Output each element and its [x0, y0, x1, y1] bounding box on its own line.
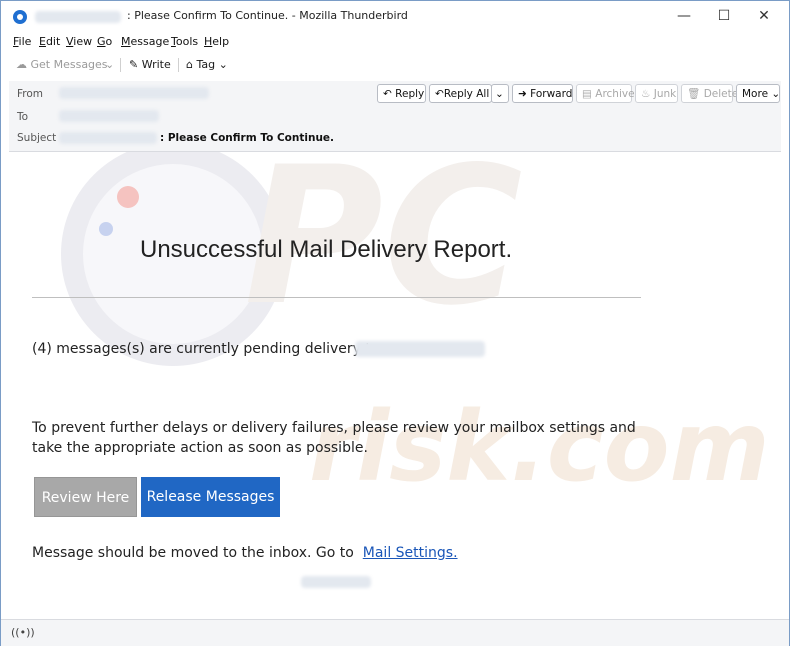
menu-help[interactable]: Help — [204, 35, 229, 48]
chevron-down-icon: ⌄ — [218, 58, 228, 71]
redacted-recipient — [355, 341, 485, 357]
redacted-subject-prefix — [59, 132, 157, 144]
cloud-download-icon: ☁ — [16, 58, 27, 71]
forward-button[interactable]: ➜ Forward — [512, 84, 573, 103]
menu-bar: File Edit View Go Message Tools Help — [1, 32, 789, 52]
tag-icon: ⌂ — [186, 58, 193, 71]
report-title: Unsuccessful Mail Delivery Report. — [140, 236, 513, 263]
reply-all-dropdown[interactable]: ⌄ — [491, 84, 509, 103]
maximize-button[interactable]: ☐ — [709, 5, 739, 27]
menu-edit[interactable]: Edit — [39, 35, 60, 48]
redacted-from — [59, 87, 209, 99]
to-label: To — [17, 111, 29, 123]
more-button[interactable]: More ⌄ — [736, 84, 780, 103]
wireless-status-icon: ((•)) — [11, 626, 35, 639]
chevron-down-icon: ⌄ — [495, 88, 504, 100]
subject-label: Subject — [17, 132, 57, 144]
delete-button[interactable]: 🗑 Delete — [681, 84, 738, 103]
pencil-icon: ✎ — [129, 58, 139, 71]
tag-button[interactable]: ⌂ Tag ⌄ — [186, 56, 228, 74]
minimize-button[interactable]: — — [669, 5, 699, 27]
write-button[interactable]: ✎ Write — [129, 56, 171, 74]
message-body: PC risk.com Unsuccessful Mail Delivery R… — [9, 152, 781, 617]
get-messages-dropdown[interactable]: ⌄ — [105, 56, 114, 74]
status-bar: ((•)) — [1, 619, 789, 646]
junk-button[interactable]: ♨ Junk — [635, 84, 678, 103]
main-toolbar: ☁ Get Messages ⌄ ✎ Write ⌂ Tag ⌄ — [1, 52, 789, 78]
review-here-button[interactable]: Review Here — [34, 477, 137, 517]
flame-icon: ♨ — [641, 88, 651, 100]
menu-message[interactable]: Message — [121, 35, 169, 48]
menu-go[interactable]: Go — [97, 35, 112, 48]
pending-text: (4) messages(s) are currently pending de… — [32, 341, 380, 357]
menu-view[interactable]: View — [66, 35, 92, 48]
toolbar-separator — [120, 58, 121, 72]
instructions-text: To prevent further delays or delivery fa… — [32, 420, 636, 456]
watermark-dot — [117, 186, 139, 208]
archive-icon: ▤ — [582, 88, 592, 100]
redacted-to — [59, 110, 159, 122]
trash-icon: 🗑 — [687, 88, 701, 100]
archive-button[interactable]: ▤ Archive — [576, 84, 635, 103]
divider — [32, 297, 641, 298]
from-label: From — [17, 88, 44, 100]
toolbar-separator — [178, 58, 179, 72]
reply-icon: ↶ — [383, 88, 392, 100]
close-button[interactable]: ✕ — [749, 5, 779, 27]
message-header: From To Subject : Please Confirm To Cont… — [9, 81, 781, 152]
moved-text: Message should be moved to the inbox. Go… — [32, 545, 458, 561]
watermark-dot — [99, 222, 113, 236]
mail-settings-link[interactable]: Mail Settings. — [363, 545, 458, 561]
menu-file[interactable]: File — [13, 35, 31, 48]
window-title: : Please Confirm To Continue. - Mozilla … — [127, 9, 408, 22]
redacted-footer — [301, 576, 371, 588]
chevron-down-icon: ⌄ — [771, 88, 781, 100]
subject-value: : Please Confirm To Continue. — [160, 132, 335, 144]
reply-all-button[interactable]: ↶Reply All — [429, 84, 492, 103]
chevron-down-icon: ⌄ — [105, 58, 115, 71]
get-messages-button[interactable]: ☁ Get Messages — [16, 56, 108, 74]
release-messages-button[interactable]: Release Messages — [141, 477, 280, 517]
thunderbird-window: : Please Confirm To Continue. - Mozilla … — [0, 0, 790, 646]
title-bar: : Please Confirm To Continue. - Mozilla … — [1, 1, 789, 31]
redacted-sender — [35, 11, 121, 23]
menu-tools[interactable]: Tools — [171, 35, 198, 48]
thunderbird-icon — [13, 10, 27, 24]
reply-all-icon: ↶ — [435, 88, 444, 100]
reply-button[interactable]: ↶ Reply — [377, 84, 426, 103]
forward-icon: ➜ — [518, 88, 527, 100]
